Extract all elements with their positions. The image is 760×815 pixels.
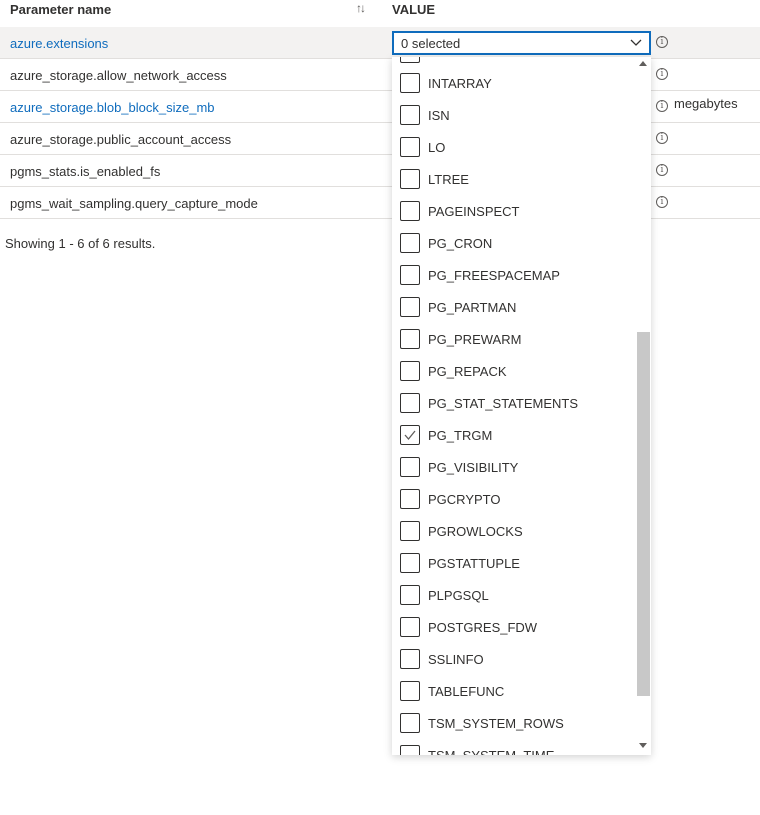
option-checkbox[interactable] <box>400 361 420 381</box>
option-checkbox[interactable] <box>400 489 420 509</box>
option-item[interactable]: PG_TRGM <box>392 419 636 451</box>
extensions-dropdown[interactable]: 0 selected <box>392 31 651 55</box>
info-icon[interactable]: i <box>656 68 668 80</box>
option-label: PG_REPACK <box>428 364 507 379</box>
info-icon[interactable]: i <box>656 100 668 112</box>
option-checkbox[interactable] <box>400 393 420 413</box>
option-label: ISN <box>428 108 450 123</box>
option-checkbox[interactable] <box>400 457 420 477</box>
option-checkbox[interactable] <box>400 105 420 125</box>
option-label: PG_VISIBILITY <box>428 460 519 475</box>
option-item[interactable]: PLPGSQL <box>392 579 636 611</box>
option-checkbox[interactable] <box>400 617 420 637</box>
option-checkbox[interactable] <box>400 329 420 349</box>
option-label: TSM_SYSTEM_ROWS <box>428 716 564 731</box>
option-item[interactable]: PGSTATTUPLE <box>392 547 636 579</box>
option-item[interactable]: PG_PREWARM <box>392 323 636 355</box>
option-item[interactable]: SSLINFO <box>392 643 636 675</box>
option-label: INTARRAY <box>428 76 492 91</box>
option-checkbox[interactable] <box>400 169 420 189</box>
dropdown-value: 0 selected <box>401 36 461 51</box>
option-item[interactable]: PG_FREESPACEMAP <box>392 259 636 291</box>
option-item[interactable]: PG_REPACK <box>392 355 636 387</box>
option-label: PG_TRGM <box>428 428 493 443</box>
option-checkbox[interactable] <box>400 297 420 317</box>
option-item[interactable]: TSM_SYSTEM_TIME <box>392 739 636 755</box>
option-checkbox[interactable] <box>400 585 420 605</box>
option-item[interactable]: LTREE <box>392 163 636 195</box>
option-label: LTREE <box>428 172 469 187</box>
checkmark-icon <box>404 430 416 441</box>
option-label: SSLINFO <box>428 652 484 667</box>
option-checkbox[interactable] <box>400 265 420 285</box>
option-checkbox[interactable] <box>400 553 420 573</box>
option-item[interactable]: PG_VISIBILITY <box>392 451 636 483</box>
option-item[interactable]: ISN <box>392 99 636 131</box>
parameter-name: pgms_wait_sampling.query_capture_mode <box>10 196 258 211</box>
option-label: PGROWLOCKS <box>428 524 523 539</box>
dropdown-options-list[interactable]: INTARRAY ISN LO LTREE PAGEINSPECT PG_CRON PG_F… <box>392 57 651 755</box>
option-checkbox[interactable] <box>400 73 420 93</box>
option-label: PG_PARTMAN <box>428 300 517 315</box>
scroll-down-icon[interactable] <box>639 743 647 748</box>
option-label: PGSTATTUPLE <box>428 556 520 571</box>
option-checkbox[interactable] <box>400 745 420 755</box>
parameter-name: azure_storage.allow_network_access <box>10 68 227 83</box>
dropdown-scrollbar[interactable] <box>636 57 651 755</box>
option-item[interactable]: TABLEFUNC <box>392 675 636 707</box>
parameter-link[interactable]: azure_storage.blob_block_size_mb <box>10 100 215 115</box>
option-item[interactable]: INTARRAY <box>392 67 636 99</box>
option-checkbox[interactable] <box>400 57 420 63</box>
chevron-down-icon[interactable] <box>630 39 642 47</box>
option-checkbox[interactable] <box>400 521 420 541</box>
parameter-link[interactable]: azure.extensions <box>10 36 108 51</box>
option-item[interactable]: PGROWLOCKS <box>392 515 636 547</box>
scrollbar-thumb[interactable] <box>637 332 650 696</box>
option-item[interactable]: PGCRYPTO <box>392 483 636 515</box>
column-header-value: VALUE <box>392 2 436 17</box>
info-icon[interactable]: i <box>656 132 668 144</box>
option-label: PG_PREWARM <box>428 332 522 347</box>
table-header: Parameter name ↑↓ VALUE <box>0 0 760 26</box>
option-label: POSTGRES_FDW <box>428 620 538 635</box>
option-label: PAGEINSPECT <box>428 204 520 219</box>
option-label: PG_STAT_STATEMENTS <box>428 396 579 411</box>
info-icon[interactable]: i <box>656 164 668 176</box>
option-item[interactable]: LO <box>392 131 636 163</box>
info-icon[interactable]: i <box>656 36 668 48</box>
option-checkbox[interactable] <box>400 201 420 221</box>
option-item[interactable]: POSTGRES_FDW <box>392 611 636 643</box>
option-checkbox[interactable] <box>400 681 420 701</box>
parameter-name: azure_storage.public_account_access <box>10 132 232 147</box>
column-header-parameter-name[interactable]: Parameter name <box>10 2 111 17</box>
option-checkbox[interactable] <box>400 137 420 157</box>
info-icon[interactable]: i <box>656 196 668 208</box>
option-label: PG_FREESPACEMAP <box>428 268 560 283</box>
option-checkbox[interactable] <box>400 425 420 445</box>
option-item[interactable]: PG_CRON <box>392 227 636 259</box>
option-label: PGCRYPTO <box>428 492 501 507</box>
option-label: TABLEFUNC <box>428 684 505 699</box>
option-checkbox[interactable] <box>400 713 420 733</box>
option-item[interactable]: TSM_SYSTEM_ROWS <box>392 707 636 739</box>
option-item[interactable]: PG_PARTMAN <box>392 291 636 323</box>
parameter-name: pgms_stats.is_enabled_fs <box>10 164 161 179</box>
option-checkbox[interactable] <box>400 649 420 669</box>
option-label: LO <box>428 140 446 155</box>
option-label: PLPGSQL <box>428 588 489 603</box>
option-item[interactable]: PG_STAT_STATEMENTS <box>392 387 636 419</box>
option-item[interactable]: PAGEINSPECT <box>392 195 636 227</box>
option-label: PG_CRON <box>428 236 493 251</box>
option-checkbox[interactable] <box>400 233 420 253</box>
scroll-up-icon[interactable] <box>639 61 647 66</box>
option-label: TSM_SYSTEM_TIME <box>428 748 554 755</box>
sort-arrows-icon[interactable]: ↑↓ <box>356 1 366 15</box>
results-count: Showing 1 - 6 of 6 results. <box>5 236 156 251</box>
unit-label: megabytes <box>674 96 738 111</box>
